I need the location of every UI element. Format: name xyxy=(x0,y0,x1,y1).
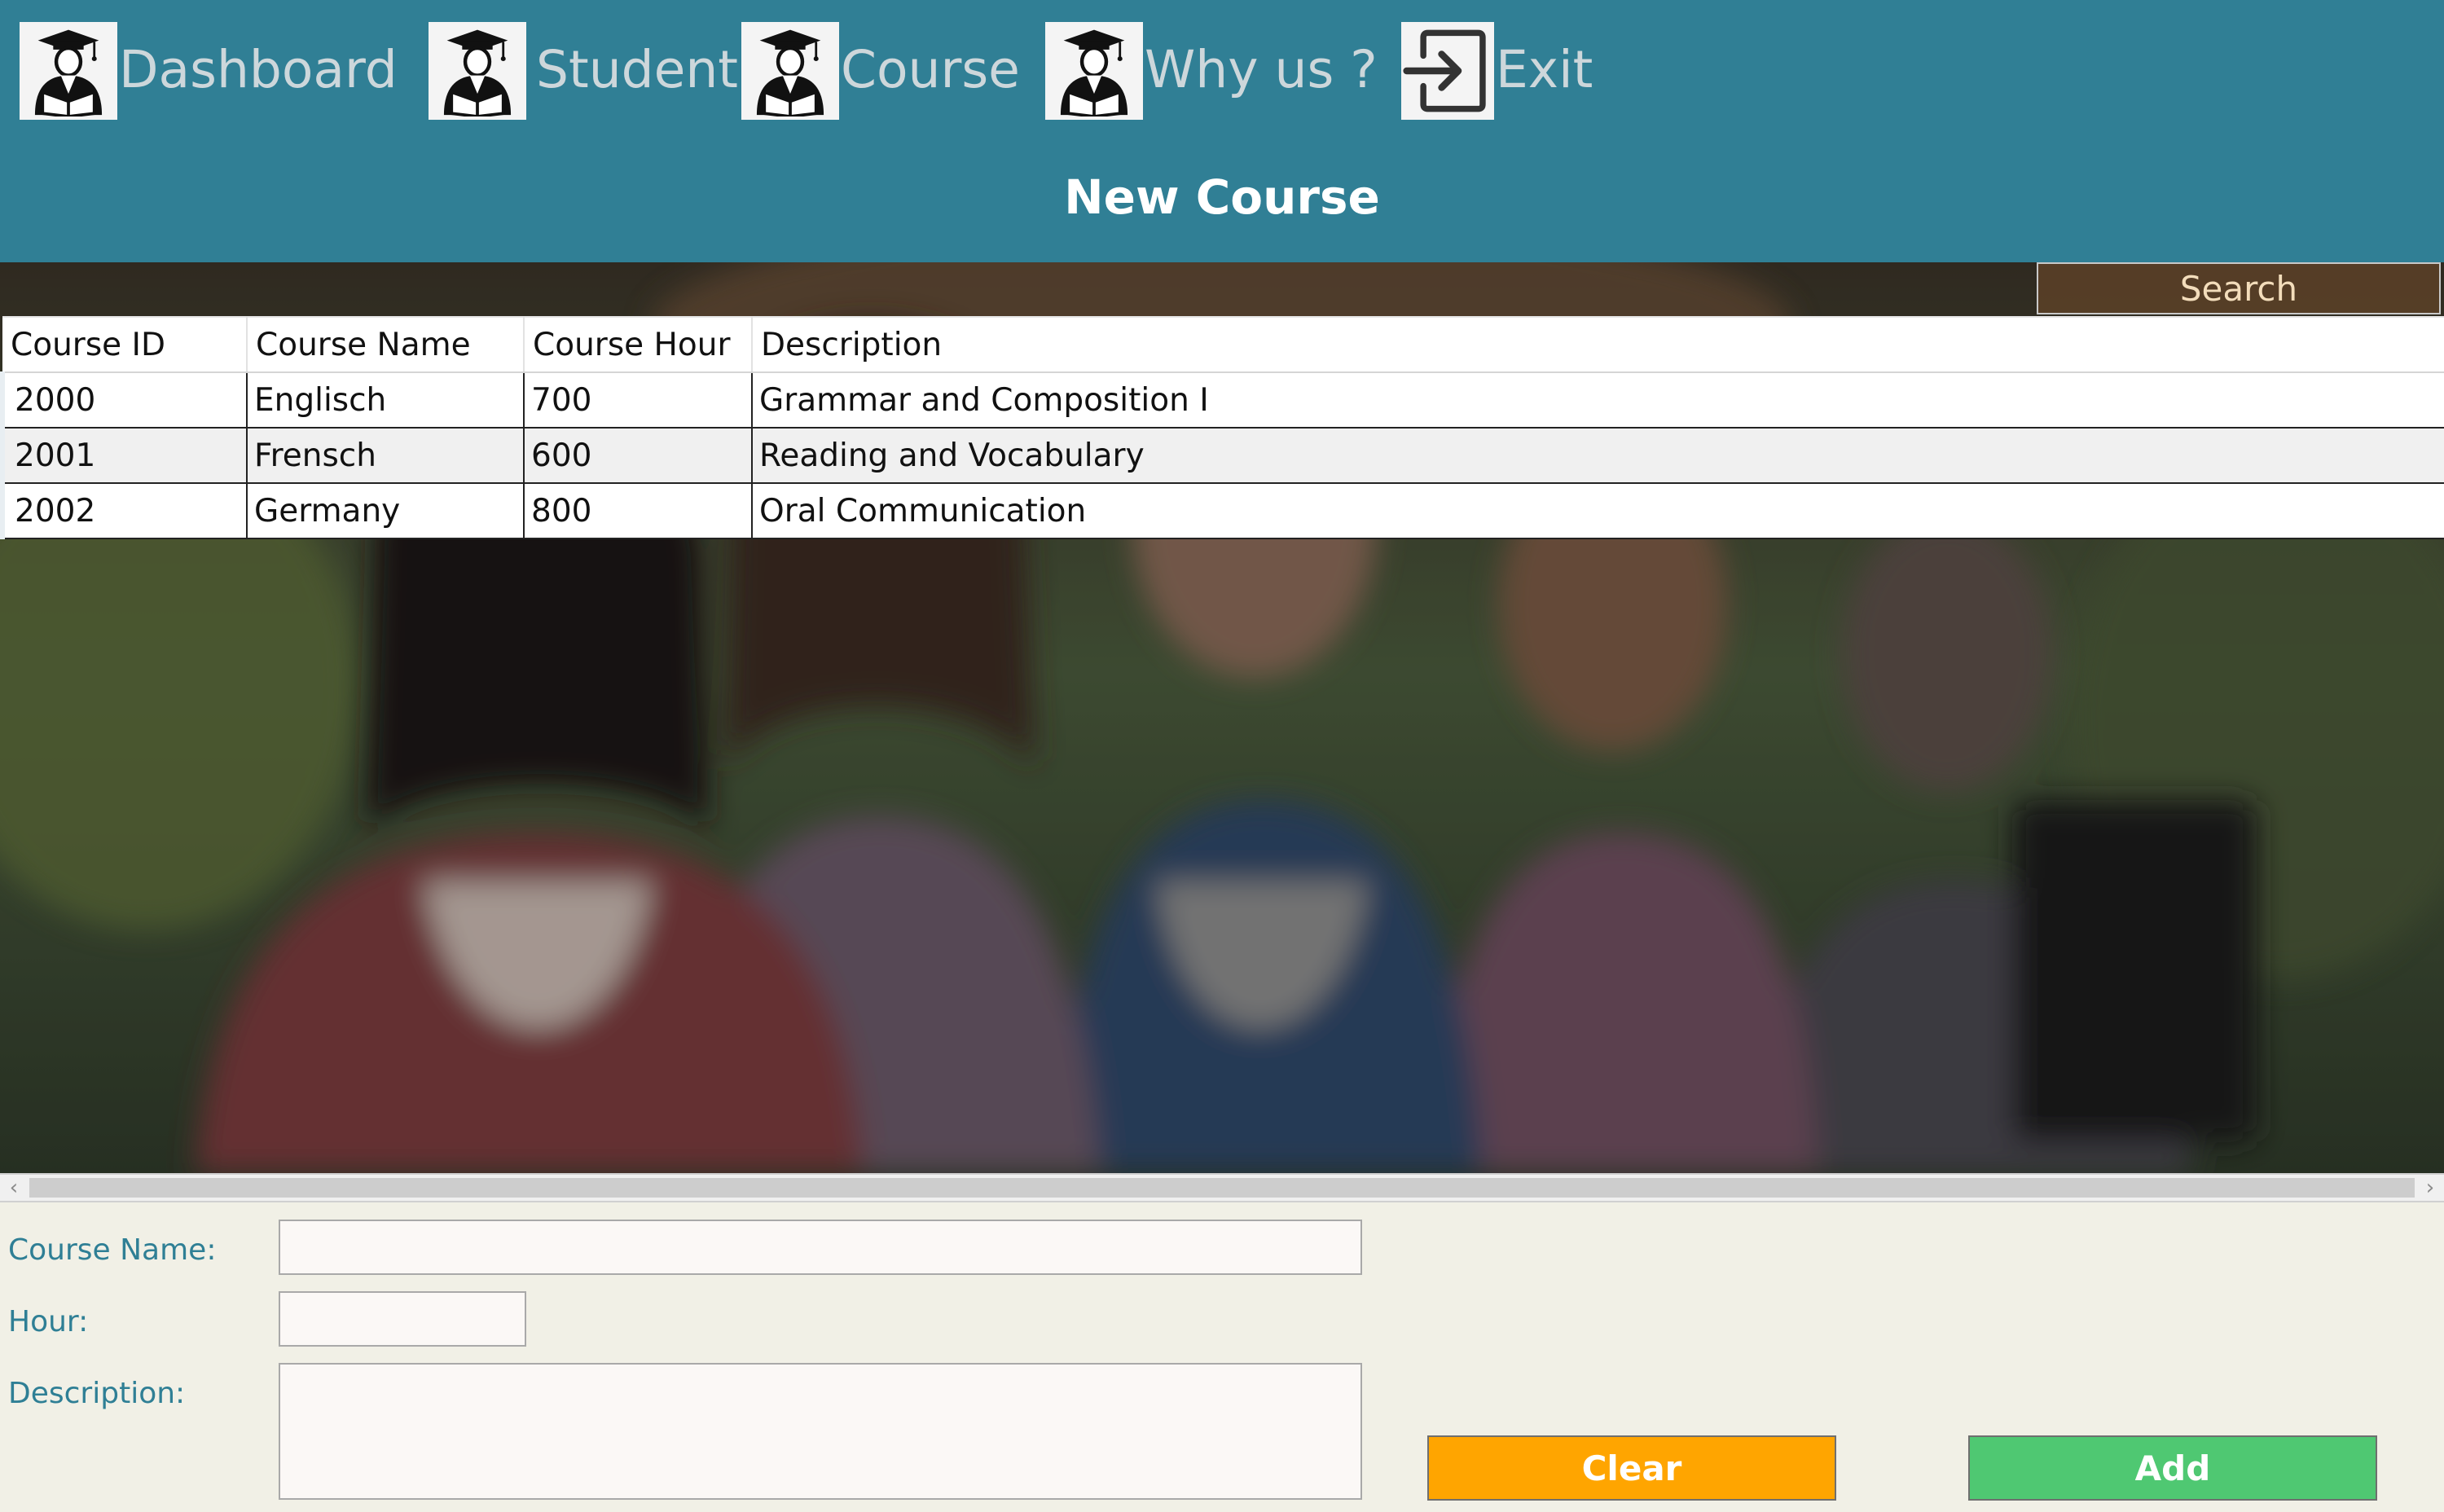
cell-description[interactable]: Oral Communication xyxy=(752,483,2444,539)
nav-why-us[interactable]: Why us ? xyxy=(1045,22,1378,120)
nav-course-label: Course xyxy=(841,39,1020,99)
table-row[interactable]: 2001 Frensch 600 Reading and Vocabulary xyxy=(0,428,2444,484)
cell-course-hour[interactable]: 700 xyxy=(524,372,753,429)
nav-exit[interactable]: Exit xyxy=(1401,22,1593,120)
add-button[interactable]: Add xyxy=(1968,1435,2377,1501)
nav-student-label: Student xyxy=(536,39,739,99)
hour-label: Hour: xyxy=(8,1305,89,1338)
cell-course-hour[interactable]: 600 xyxy=(524,428,753,484)
nav-dashboard-label: Dashboard xyxy=(119,39,398,99)
graduate-reading-icon xyxy=(1045,22,1143,120)
horizontal-scrollbar[interactable]: ‹ › xyxy=(0,1173,2444,1202)
cell-course-name[interactable]: Germany xyxy=(247,483,525,539)
search-box[interactable]: Search xyxy=(2037,262,2441,314)
course-name-label: Course Name: xyxy=(8,1233,217,1267)
top-navigation-bar: Dashboard Student Course Why us ? Exit N… xyxy=(0,0,2444,262)
cell-course-id[interactable]: 2002 xyxy=(0,483,248,539)
description-input[interactable] xyxy=(279,1363,1362,1500)
cell-course-id[interactable]: 2001 xyxy=(0,428,248,484)
nav-why-us-label: Why us ? xyxy=(1145,39,1378,99)
nav-course[interactable]: Course xyxy=(741,22,1020,120)
page-title: New Course xyxy=(1064,169,1380,225)
exit-icon xyxy=(1401,22,1494,120)
column-header-course-name[interactable]: Course Name xyxy=(247,316,525,373)
column-header-course-id[interactable]: Course ID xyxy=(2,316,248,373)
cell-course-hour[interactable]: 800 xyxy=(524,483,753,539)
table-row[interactable]: 2002 Germany 800 Oral Communication xyxy=(0,483,2444,539)
scrollbar-thumb[interactable] xyxy=(29,1178,2415,1198)
clear-button[interactable]: Clear xyxy=(1427,1435,1836,1501)
cell-description[interactable]: Grammar and Composition I xyxy=(752,372,2444,429)
courses-table: Course ID Course Name Course Hour Descri… xyxy=(0,316,2444,539)
scroll-left-arrow-icon[interactable]: ‹ xyxy=(0,1175,28,1201)
nav-student[interactable]: Student xyxy=(429,22,738,120)
cell-course-id[interactable]: 2000 xyxy=(0,372,248,429)
graduate-reading-icon xyxy=(20,22,117,120)
course-name-input[interactable] xyxy=(279,1220,1362,1275)
column-header-description[interactable]: Description xyxy=(752,316,2444,373)
cell-course-name[interactable]: Frensch xyxy=(247,428,525,484)
table-header-row: Course ID Course Name Course Hour Descri… xyxy=(2,316,2444,373)
table-row[interactable]: 2000 Englisch 700 Grammar and Compositio… xyxy=(0,372,2444,429)
nav-dashboard[interactable]: Dashboard xyxy=(20,22,398,120)
cell-course-name[interactable]: Englisch xyxy=(247,372,525,429)
nav-exit-label: Exit xyxy=(1496,39,1593,99)
graduate-reading-icon xyxy=(429,22,526,120)
cell-description[interactable]: Reading and Vocabulary xyxy=(752,428,2444,484)
hour-input[interactable] xyxy=(279,1291,526,1347)
description-label: Description: xyxy=(8,1377,186,1410)
scroll-right-arrow-icon[interactable]: › xyxy=(2416,1175,2444,1201)
graduate-reading-icon xyxy=(741,22,839,120)
column-header-course-hour[interactable]: Course Hour xyxy=(524,316,753,373)
